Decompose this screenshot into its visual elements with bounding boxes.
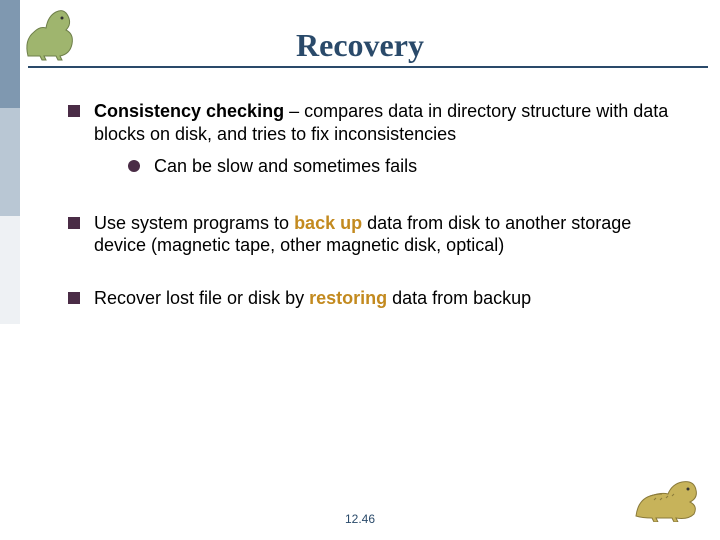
keyword-text: restoring [309, 288, 387, 308]
stripe-seg-2 [0, 216, 20, 324]
bullet-text: Use system programs to back up data from… [94, 212, 676, 257]
body-text: Use system programs to [94, 213, 294, 233]
slide: Recovery Consistency checking – compares… [0, 0, 720, 540]
sub-bullet-text: Can be slow and sometimes fails [154, 155, 417, 178]
dinosaur-footer-icon [632, 476, 702, 522]
body-text: data from backup [387, 288, 531, 308]
keyword-text: back up [294, 213, 362, 233]
page-number: 12.46 [0, 512, 720, 526]
round-bullet-icon [128, 160, 140, 172]
square-bullet-icon [68, 105, 80, 117]
bullet-text: Consistency checking – compares data in … [94, 100, 676, 182]
slide-title: Recovery [0, 9, 720, 64]
square-bullet-icon [68, 292, 80, 304]
stripe-seg-1 [0, 108, 20, 216]
square-bullet-icon [68, 217, 80, 229]
bullet-text: Recover lost file or disk by restoring d… [94, 287, 531, 310]
bullet-level-2: Can be slow and sometimes fails [128, 155, 676, 178]
title-rule [28, 66, 708, 68]
bullet-level-1: Use system programs to back up data from… [68, 212, 676, 257]
slide-body: Consistency checking – compares data in … [68, 100, 676, 339]
body-text: Can be slow and sometimes fails [154, 156, 417, 176]
body-text: Recover lost file or disk by [94, 288, 309, 308]
bold-text: Consistency checking [94, 101, 284, 121]
stripe-seg-3 [0, 324, 20, 432]
dinosaur-header-icon [22, 6, 84, 62]
bullet-level-1: Recover lost file or disk by restoring d… [68, 287, 676, 310]
left-accent-stripe [0, 0, 20, 540]
slide-header: Recovery [0, 0, 720, 72]
bullet-level-1: Consistency checking – compares data in … [68, 100, 676, 182]
